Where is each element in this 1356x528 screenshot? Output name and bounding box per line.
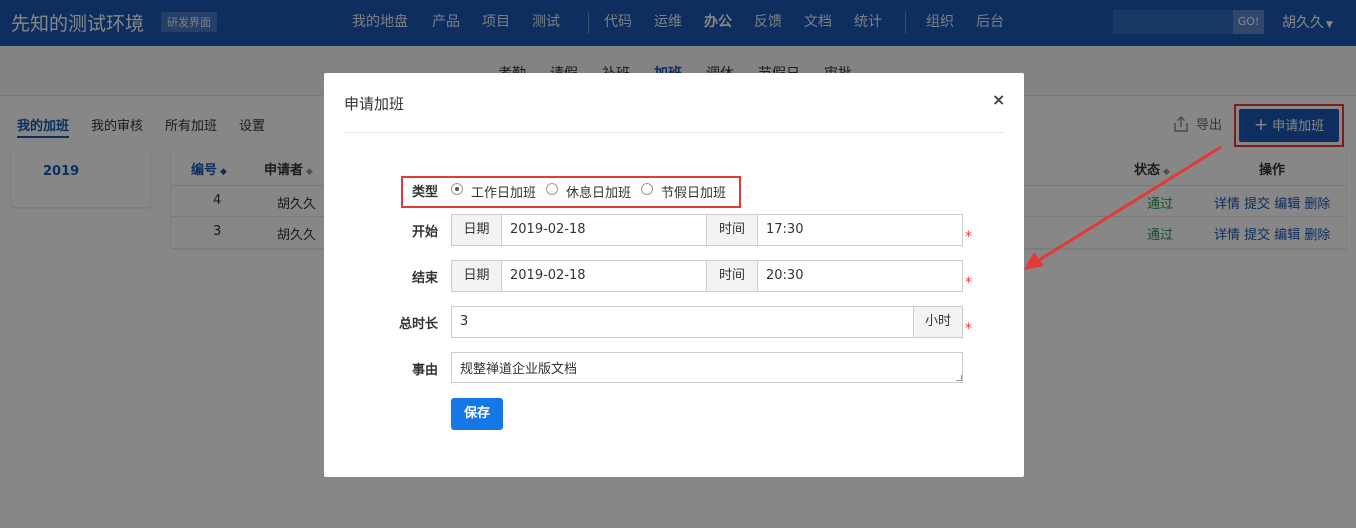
annotation-arrow-icon bbox=[1024, 145, 1222, 270]
